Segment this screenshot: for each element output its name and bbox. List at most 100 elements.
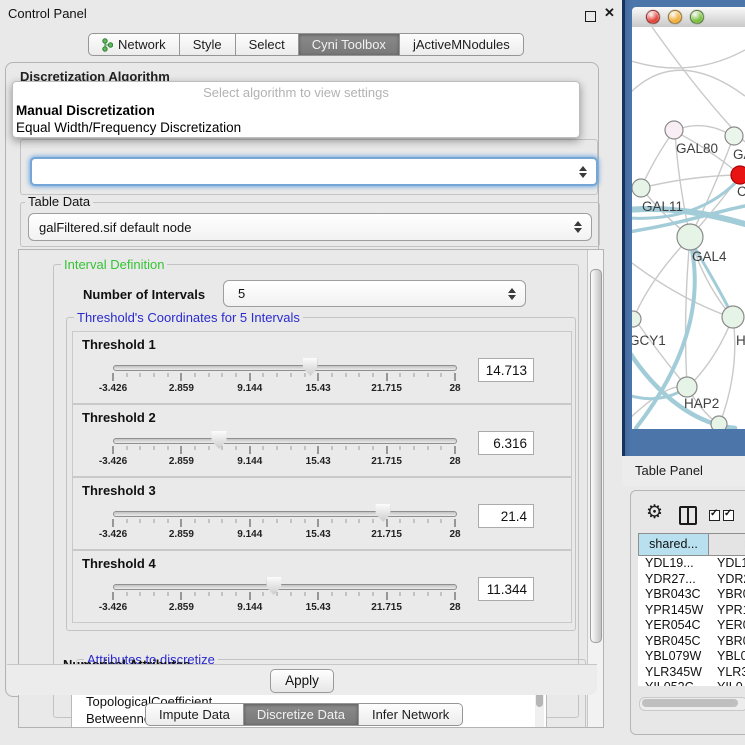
table-row[interactable]: YBR045CYBR0 bbox=[638, 634, 745, 650]
algorithm-placeholder-option[interactable]: Select algorithm to view settings bbox=[13, 82, 579, 102]
horizontal-scrollbar[interactable] bbox=[639, 697, 745, 711]
checkbox-checked-icon[interactable] bbox=[709, 510, 720, 521]
network-canvas[interactable]: GAL80GACGAL11GAL4GCY1HHAP2 bbox=[632, 27, 745, 429]
network-edge[interactable] bbox=[688, 317, 733, 387]
cyni-toolbox-panel: Table Data galFiltered.sif default node … bbox=[5, 62, 599, 697]
threshold-slider[interactable]: -3.4262.8599.14415.4321.71528 bbox=[113, 577, 455, 613]
tab-jactivemnodules[interactable]: jActiveMNodules bbox=[400, 33, 524, 56]
network-edge[interactable] bbox=[634, 237, 690, 318]
GAL4-node[interactable] bbox=[677, 224, 703, 250]
cell-shared-name[interactable]: YBR043C bbox=[638, 587, 707, 603]
GAL11-node[interactable] bbox=[632, 179, 650, 197]
minimize-traffic-light-icon[interactable] bbox=[668, 10, 682, 24]
cell-name[interactable]: YBR0 bbox=[707, 634, 745, 650]
tick-mark bbox=[386, 592, 387, 600]
top-right-node[interactable] bbox=[725, 127, 743, 145]
table-data-combobox[interactable]: galFiltered.sif default node bbox=[28, 213, 592, 241]
network-edge[interactable] bbox=[720, 317, 735, 423]
algorithm-combobox[interactable] bbox=[30, 157, 598, 186]
apply-button[interactable]: Apply bbox=[270, 669, 334, 693]
network-edge[interactable] bbox=[632, 50, 745, 68]
checkbox-icons[interactable] bbox=[709, 510, 734, 521]
table-row[interactable]: YBL079WYBL0 bbox=[638, 649, 745, 665]
threshold-value-field[interactable]: 6.316 bbox=[478, 431, 534, 455]
algorithm-option-manual[interactable]: Manual Discretization bbox=[13, 102, 579, 119]
table-row[interactable]: YDL19...YDL1 bbox=[638, 556, 745, 572]
network-edge[interactable] bbox=[632, 70, 745, 96]
tab-impute-data[interactable]: Impute Data bbox=[145, 703, 244, 726]
cell-name[interactable]: YPR1 bbox=[707, 603, 745, 619]
column-header-name[interactable]: na bbox=[709, 534, 745, 555]
table-row[interactable]: YPR145WYPR1 bbox=[638, 603, 745, 619]
red-node[interactable] bbox=[731, 166, 745, 184]
cell-name[interactable]: YDL1 bbox=[707, 556, 745, 572]
bottom-node[interactable] bbox=[711, 416, 727, 429]
tab-select[interactable]: Select bbox=[236, 33, 299, 56]
table-row[interactable]: YBR043CYBR0 bbox=[638, 587, 745, 603]
network-edge[interactable] bbox=[686, 237, 690, 386]
threshold-slider[interactable]: -3.4262.8599.14415.4321.71528 bbox=[113, 358, 455, 394]
GCY1-node[interactable] bbox=[632, 311, 641, 327]
algorithm-option-equal-width[interactable]: Equal Width/Frequency Discretization bbox=[13, 119, 579, 136]
slider-track[interactable] bbox=[113, 511, 457, 517]
network-edge[interactable] bbox=[652, 27, 745, 142]
table-row[interactable]: YLR345WYLR3 bbox=[638, 665, 745, 681]
thresholds-group: Threshold's Coordinates for 5 Intervals … bbox=[66, 317, 576, 631]
cell-name[interactable]: YBR0 bbox=[707, 587, 745, 603]
tab-network[interactable]: Network bbox=[88, 33, 180, 56]
cell-shared-name[interactable]: YER054C bbox=[638, 618, 707, 634]
table-row[interactable]: YDR27...YDR2 bbox=[638, 572, 745, 588]
tab-cyni-toolbox[interactable]: Cyni Toolbox bbox=[299, 33, 400, 56]
cell-name[interactable]: YLR3 bbox=[707, 665, 745, 681]
HAP2-node[interactable] bbox=[677, 377, 697, 397]
network-window-titlebar[interactable] bbox=[632, 7, 745, 28]
threshold-slider[interactable]: -3.4262.8599.14415.4321.71528 bbox=[113, 504, 455, 540]
threshold-value-field[interactable]: 14.713 bbox=[478, 358, 534, 382]
cell-shared-name[interactable]: YDL19... bbox=[638, 556, 707, 572]
horizontal-scrollbar-thumb[interactable] bbox=[642, 699, 738, 707]
cell-name[interactable]: YIL0 bbox=[707, 680, 745, 686]
close-icon[interactable]: ✕ bbox=[604, 5, 615, 21]
network-edge[interactable] bbox=[634, 318, 686, 386]
threshold-value-field[interactable]: 21.4 bbox=[478, 504, 534, 528]
network-edge[interactable] bbox=[641, 131, 674, 188]
tab-discretize-data[interactable]: Discretize Data bbox=[244, 703, 359, 726]
table-row[interactable]: YER054CYER0 bbox=[638, 618, 745, 634]
vertical-scrollbar-thumb[interactable] bbox=[590, 269, 602, 643]
H-node[interactable] bbox=[722, 306, 744, 328]
tick-mark bbox=[441, 373, 442, 377]
column-header-shared-name[interactable]: shared... bbox=[639, 534, 709, 555]
tick-mark bbox=[222, 373, 223, 377]
vertical-scrollbar[interactable] bbox=[587, 250, 603, 727]
table-row[interactable]: YIL052CYIL0 bbox=[638, 680, 745, 686]
number-of-intervals-combobox[interactable]: 5 bbox=[223, 280, 526, 307]
columns-icon[interactable] bbox=[679, 506, 697, 525]
tick-mark bbox=[208, 373, 209, 377]
threshold-box: Threshold 4 -3.4262.8599.14415.4321.7152… bbox=[72, 550, 572, 623]
zoom-traffic-light-icon[interactable] bbox=[690, 10, 704, 24]
cell-shared-name[interactable]: YDR27... bbox=[638, 572, 707, 588]
tab-infer-network[interactable]: Infer Network bbox=[359, 703, 463, 726]
float-window-icon[interactable] bbox=[585, 11, 596, 22]
cell-name[interactable]: YBL0 bbox=[707, 649, 745, 665]
close-traffic-light-icon[interactable] bbox=[646, 10, 660, 24]
network-edge[interactable] bbox=[641, 175, 738, 188]
gear-icon[interactable]: ⚙ bbox=[646, 503, 663, 522]
cell-shared-name[interactable]: YBR045C bbox=[638, 634, 707, 650]
cell-name[interactable]: YDR2 bbox=[707, 572, 745, 588]
threshold-slider[interactable]: -3.4262.8599.14415.4321.71528 bbox=[113, 431, 455, 467]
tab-label: Impute Data bbox=[159, 707, 230, 722]
cell-shared-name[interactable]: YLR345W bbox=[638, 665, 707, 681]
GAL80-node[interactable] bbox=[665, 121, 683, 139]
cell-shared-name[interactable]: YIL052C bbox=[638, 680, 707, 686]
cell-shared-name[interactable]: YPR145W bbox=[638, 603, 707, 619]
slider-track[interactable] bbox=[113, 584, 457, 590]
cell-shared-name[interactable]: YBL079W bbox=[638, 649, 707, 665]
slider-track[interactable] bbox=[113, 438, 457, 444]
cell-name[interactable]: YER0 bbox=[707, 618, 745, 634]
checkbox-checked-icon[interactable] bbox=[723, 510, 734, 521]
tab-style[interactable]: Style bbox=[180, 33, 236, 56]
threshold-value-field[interactable]: 11.344 bbox=[478, 577, 534, 601]
tick-mark bbox=[195, 592, 196, 596]
slider-track[interactable] bbox=[113, 365, 457, 371]
